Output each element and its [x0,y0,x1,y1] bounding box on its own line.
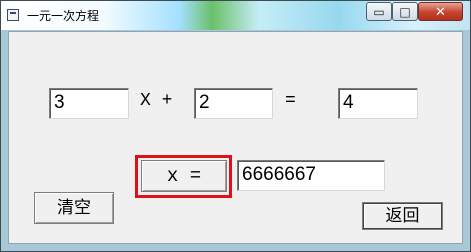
minimize-icon: ▭ [373,5,385,19]
minimize-button[interactable]: ▭ [366,2,392,21]
equals-label: = [285,91,296,111]
coefficient-a-input[interactable]: 3 [49,88,129,119]
back-button[interactable]: 返回 [362,202,443,230]
constant-b-input[interactable]: 2 [194,88,273,119]
clear-button[interactable]: 清空 [34,192,114,224]
title-bar[interactable]: 一元一次方程 ▭ □ ✕ [1,1,470,30]
app-icon[interactable] [7,9,19,21]
close-icon: ✕ [435,5,446,20]
maximize-button[interactable]: □ [392,2,418,21]
maximize-icon: □ [399,5,411,19]
client-area: 3 X + 2 = 4 x = 6666667 清空 返回 [8,31,463,244]
x-plus-label: X + [140,91,173,111]
app-window: 一元一次方程 ▭ □ ✕ 3 X + 2 = 4 x = 6666667 清空 … [0,0,471,252]
solution-output-field[interactable]: 6666667 [237,160,385,191]
result-c-input[interactable]: 4 [338,88,418,119]
window-title: 一元一次方程 [27,9,100,23]
close-button[interactable]: ✕ [418,2,463,21]
calculate-x-button[interactable]: x = [141,160,227,192]
